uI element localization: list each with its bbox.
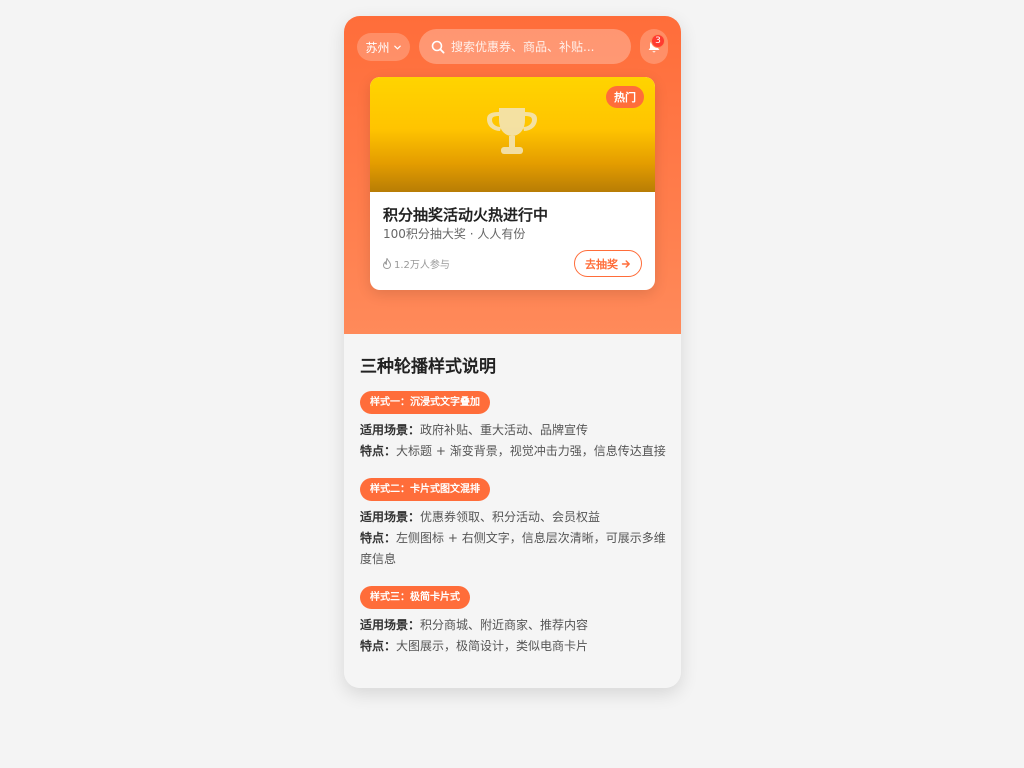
scenario-line: 适用场景：政府补贴、重大活动、品牌宣传: [360, 420, 666, 441]
style-block-3: 样式三：极简卡片式 适用场景：积分商城、附近商家、推荐内容 特点：大图展示，极简…: [360, 585, 666, 657]
hot-tag: 热门: [606, 86, 644, 108]
promo-card[interactable]: 热门 积分抽奖活动火热进行中 100积分抽大奖 · 人人有份 1.2万人参与 去…: [370, 77, 655, 290]
feature-line: 特点：大图展示，极简设计，类似电商卡片: [360, 636, 666, 657]
scenario-label: 适用场景：: [360, 423, 421, 437]
participants-info: 1.2万人参与: [382, 256, 450, 271]
feature-label: 特点：: [360, 444, 397, 458]
search-input[interactable]: 搜索优惠券、商品、补贴...: [419, 29, 631, 64]
feature-label: 特点：: [360, 639, 397, 653]
feature-label: 特点：: [360, 531, 397, 545]
feature-text: 大图展示，极简设计，类似电商卡片: [396, 639, 589, 653]
scenario-label: 适用场景：: [360, 618, 421, 632]
scenario-label: 适用场景：: [360, 510, 421, 524]
feature-line: 特点：左侧图标 + 右侧文字，信息层次清晰，可展示多维度信息: [360, 528, 666, 570]
promo-subtitle: 100积分抽大奖 · 人人有份: [383, 227, 526, 241]
participants-count: 1.2万人参与: [394, 260, 450, 271]
notification-button[interactable]: 3: [640, 29, 668, 64]
style-block-2: 样式二：卡片式图文混排 适用场景：优惠券领取、积分活动、会员权益 特点：左侧图标…: [360, 477, 666, 570]
draw-button[interactable]: 去抽奖: [574, 250, 642, 277]
chevron-down-icon: [393, 45, 401, 50]
info-section: 三种轮播样式说明 样式一：沉浸式文字叠加 适用场景：政府补贴、重大活动、品牌宣传…: [344, 334, 681, 688]
style-tag: 样式三：极简卡片式: [360, 586, 470, 609]
scenario-text: 优惠券领取、积分活动、会员权益: [420, 510, 601, 524]
scenario-text: 政府补贴、重大活动、品牌宣传: [420, 423, 589, 437]
city-label: 苏州: [365, 40, 390, 55]
phone-frame: 苏州 搜索优惠券、商品、补贴... 3 热门 积分抽奖活动火热进行中 100积分…: [344, 16, 681, 688]
style-tag: 样式二：卡片式图文混排: [360, 478, 490, 501]
notification-badge: 3: [651, 34, 665, 48]
fire-icon: [382, 258, 392, 269]
section-title: 三种轮播样式说明: [360, 357, 496, 377]
scenario-line: 适用场景：积分商城、附近商家、推荐内容: [360, 615, 666, 636]
trophy-icon: [487, 108, 537, 154]
promo-image: 热门: [370, 77, 655, 192]
search-placeholder: 搜索优惠券、商品、补贴...: [451, 40, 595, 54]
scenario-line: 适用场景：优惠券领取、积分活动、会员权益: [360, 507, 666, 528]
feature-line: 特点：大标题 + 渐变背景，视觉冲击力强，信息传达直接: [360, 441, 666, 462]
hero-banner: 苏州 搜索优惠券、商品、补贴... 3 热门 积分抽奖活动火热进行中 100积分…: [344, 16, 681, 334]
promo-title: 积分抽奖活动火热进行中: [383, 206, 549, 224]
style-block-1: 样式一：沉浸式文字叠加 适用场景：政府补贴、重大活动、品牌宣传 特点：大标题 +…: [360, 390, 666, 462]
feature-text: 左侧图标 + 右侧文字，信息层次清晰，可展示多维度信息: [360, 531, 666, 566]
feature-text: 大标题 + 渐变背景，视觉冲击力强，信息传达直接: [396, 444, 666, 458]
arrow-right-icon: [621, 259, 630, 268]
scenario-text: 积分商城、附近商家、推荐内容: [420, 618, 589, 632]
city-selector[interactable]: 苏州: [357, 33, 410, 61]
style-tag: 样式一：沉浸式文字叠加: [360, 391, 490, 414]
draw-button-label: 去抽奖: [585, 257, 618, 271]
search-icon: [431, 40, 445, 53]
